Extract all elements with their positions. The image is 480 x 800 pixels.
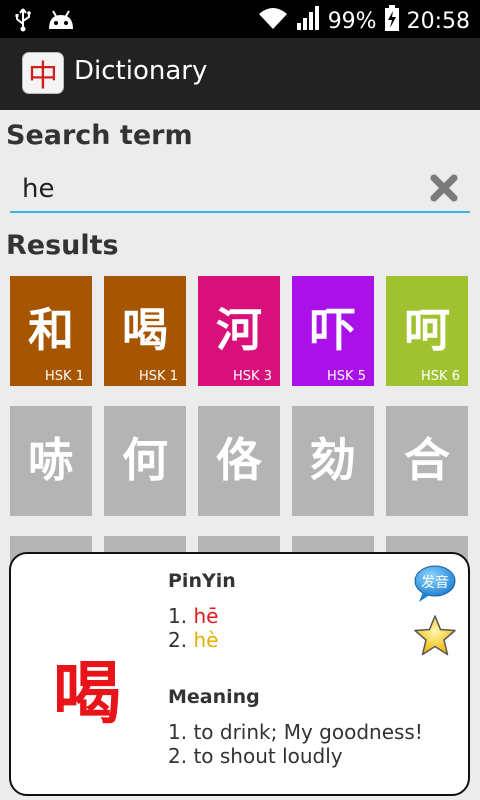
result-character: 呵 (404, 303, 450, 357)
pinyin-number: 2. (168, 628, 188, 652)
meaning-item: 1. to drink; My goodness! (168, 720, 423, 744)
clear-search-button[interactable] (426, 172, 462, 208)
usb-icon (14, 8, 32, 36)
meaning-heading: Meaning (168, 686, 260, 708)
favorite-button[interactable] (413, 614, 457, 658)
battery-charging-icon (384, 5, 399, 37)
clock: 20:58 (406, 8, 470, 34)
app-icon[interactable]: 中 (22, 52, 64, 94)
result-character: 喝 (122, 303, 168, 357)
android-debug-icon (46, 9, 76, 35)
action-bar: 中 Dictionary (0, 38, 480, 110)
result-tile[interactable]: 合 (386, 406, 468, 516)
result-tile[interactable]: 何 (104, 406, 186, 516)
result-character: 何 (122, 433, 168, 487)
meaning-item: 2. to shout loudly (168, 744, 343, 768)
app-title: Dictionary (74, 56, 208, 86)
hsk-level: HSK 3 (233, 369, 272, 384)
character-detail-popup: 喝 PinYin 1. hē 2. hè Meaning 1. to drink… (9, 552, 470, 796)
star-icon (414, 615, 456, 656)
status-bar: 99% 20:58 (0, 0, 480, 38)
result-tile[interactable]: 吓 HSK 5 (292, 276, 374, 386)
result-character: 哧 (28, 433, 74, 487)
hsk-level: HSK 1 (45, 369, 84, 384)
result-character: 佫 (216, 433, 262, 487)
signal-icon (296, 5, 320, 37)
pinyin-heading: PinYin (168, 570, 236, 592)
pinyin-item: 1. hē (168, 604, 218, 628)
result-character: 吓 (310, 303, 356, 357)
search-input[interactable] (10, 166, 470, 212)
pinyin-number: 1. (168, 604, 188, 628)
result-tile[interactable]: 呵 HSK 6 (386, 276, 468, 386)
search-term-heading: Search term (6, 120, 193, 151)
result-tile[interactable]: 哧 (10, 406, 92, 516)
wifi-icon (258, 6, 288, 36)
result-tile[interactable]: 佫 (198, 406, 280, 516)
hsk-level: HSK 6 (421, 369, 460, 384)
result-character: 和 (28, 303, 74, 357)
result-tile[interactable]: 河 HSK 3 (198, 276, 280, 386)
pronounce-button[interactable]: 发音 (413, 564, 457, 604)
result-character: 河 (216, 303, 262, 357)
results-heading: Results (6, 230, 119, 261)
pinyin-text: hē (193, 604, 219, 628)
result-tile[interactable]: 劾 (292, 406, 374, 516)
result-tile[interactable]: 喝 HSK 1 (104, 276, 186, 386)
hsk-level: HSK 1 (139, 369, 178, 384)
pinyin-item: 2. hè (168, 628, 218, 652)
result-character: 合 (404, 433, 450, 487)
result-tile[interactable]: 和 HSK 1 (10, 276, 92, 386)
detail-character: 喝 (53, 655, 122, 734)
result-character: 劾 (310, 433, 356, 487)
hsk-level: HSK 5 (327, 369, 366, 384)
pronounce-label: 发音 (421, 575, 449, 591)
clear-icon (429, 173, 459, 207)
battery-percent: 99% (327, 8, 377, 34)
pinyin-text: hè (193, 628, 219, 652)
search-underline (10, 211, 470, 213)
